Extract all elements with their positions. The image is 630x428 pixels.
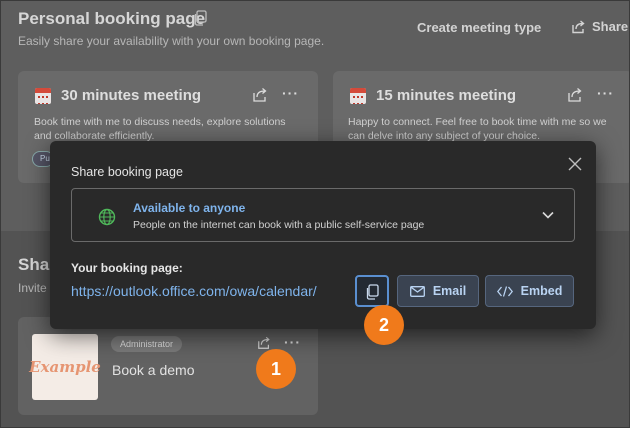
email-button[interactable]: Email — [397, 275, 479, 307]
more-options-icon[interactable]: ··· — [284, 334, 301, 350]
card-description: Happy to connect. Feel free to book time… — [348, 116, 607, 142]
share-label: Share — [592, 19, 629, 34]
close-icon[interactable] — [568, 157, 582, 171]
copy-icon[interactable] — [194, 10, 208, 26]
calendar-icon — [35, 88, 51, 104]
page-title: Personal booking page — [18, 9, 206, 28]
embed-button[interactable]: Embed — [485, 275, 574, 307]
section-subtitle: Invite — [18, 281, 47, 295]
copy-link-button[interactable] — [355, 275, 389, 307]
step-marker-1: 1 — [256, 349, 296, 389]
more-options-icon[interactable]: ··· — [597, 85, 614, 101]
demo-title: Book a demo — [112, 362, 195, 378]
booking-page-label: Your booking page: — [71, 261, 183, 275]
create-meeting-type-button[interactable]: Create meeting type — [417, 20, 541, 35]
share-icon[interactable] — [252, 87, 268, 103]
example-logo: Example — [29, 334, 101, 400]
share-button[interactable]: Share — [571, 19, 628, 34]
booking-page-link[interactable]: https://outlook.office.com/owa/calendar/ — [71, 283, 351, 299]
share-icon[interactable] — [257, 336, 271, 350]
calendar-icon — [350, 88, 366, 104]
app-window: Personal booking page Easily share your … — [0, 0, 630, 428]
chevron-down-icon — [542, 211, 554, 219]
mail-icon — [409, 285, 425, 297]
card-description: Book time with me to discuss needs, expl… — [34, 116, 286, 142]
page-subtitle: Easily share your availability with your… — [18, 34, 325, 48]
card-title: 30 minutes meeting — [61, 87, 202, 104]
dialog-title: Share booking page — [71, 165, 183, 179]
email-label: Email — [432, 284, 467, 298]
globe-icon — [98, 208, 116, 226]
embed-label: Embed — [520, 284, 563, 298]
availability-subtitle: People on the internet can book with a p… — [133, 219, 425, 231]
card-title: 15 minutes meeting — [376, 87, 517, 104]
code-icon — [496, 285, 513, 297]
availability-title: Available to anyone — [133, 201, 246, 215]
step-marker-2: 2 — [364, 305, 404, 345]
administrator-badge: Administrator — [111, 336, 183, 352]
share-icon[interactable] — [567, 87, 583, 103]
share-icon — [572, 19, 585, 33]
share-booking-dialog: Share booking page Available to anyone P… — [50, 141, 596, 329]
more-options-icon[interactable]: ··· — [282, 85, 299, 101]
copy-icon — [366, 284, 379, 300]
availability-dropdown[interactable]: Available to anyone People on the intern… — [71, 188, 575, 242]
